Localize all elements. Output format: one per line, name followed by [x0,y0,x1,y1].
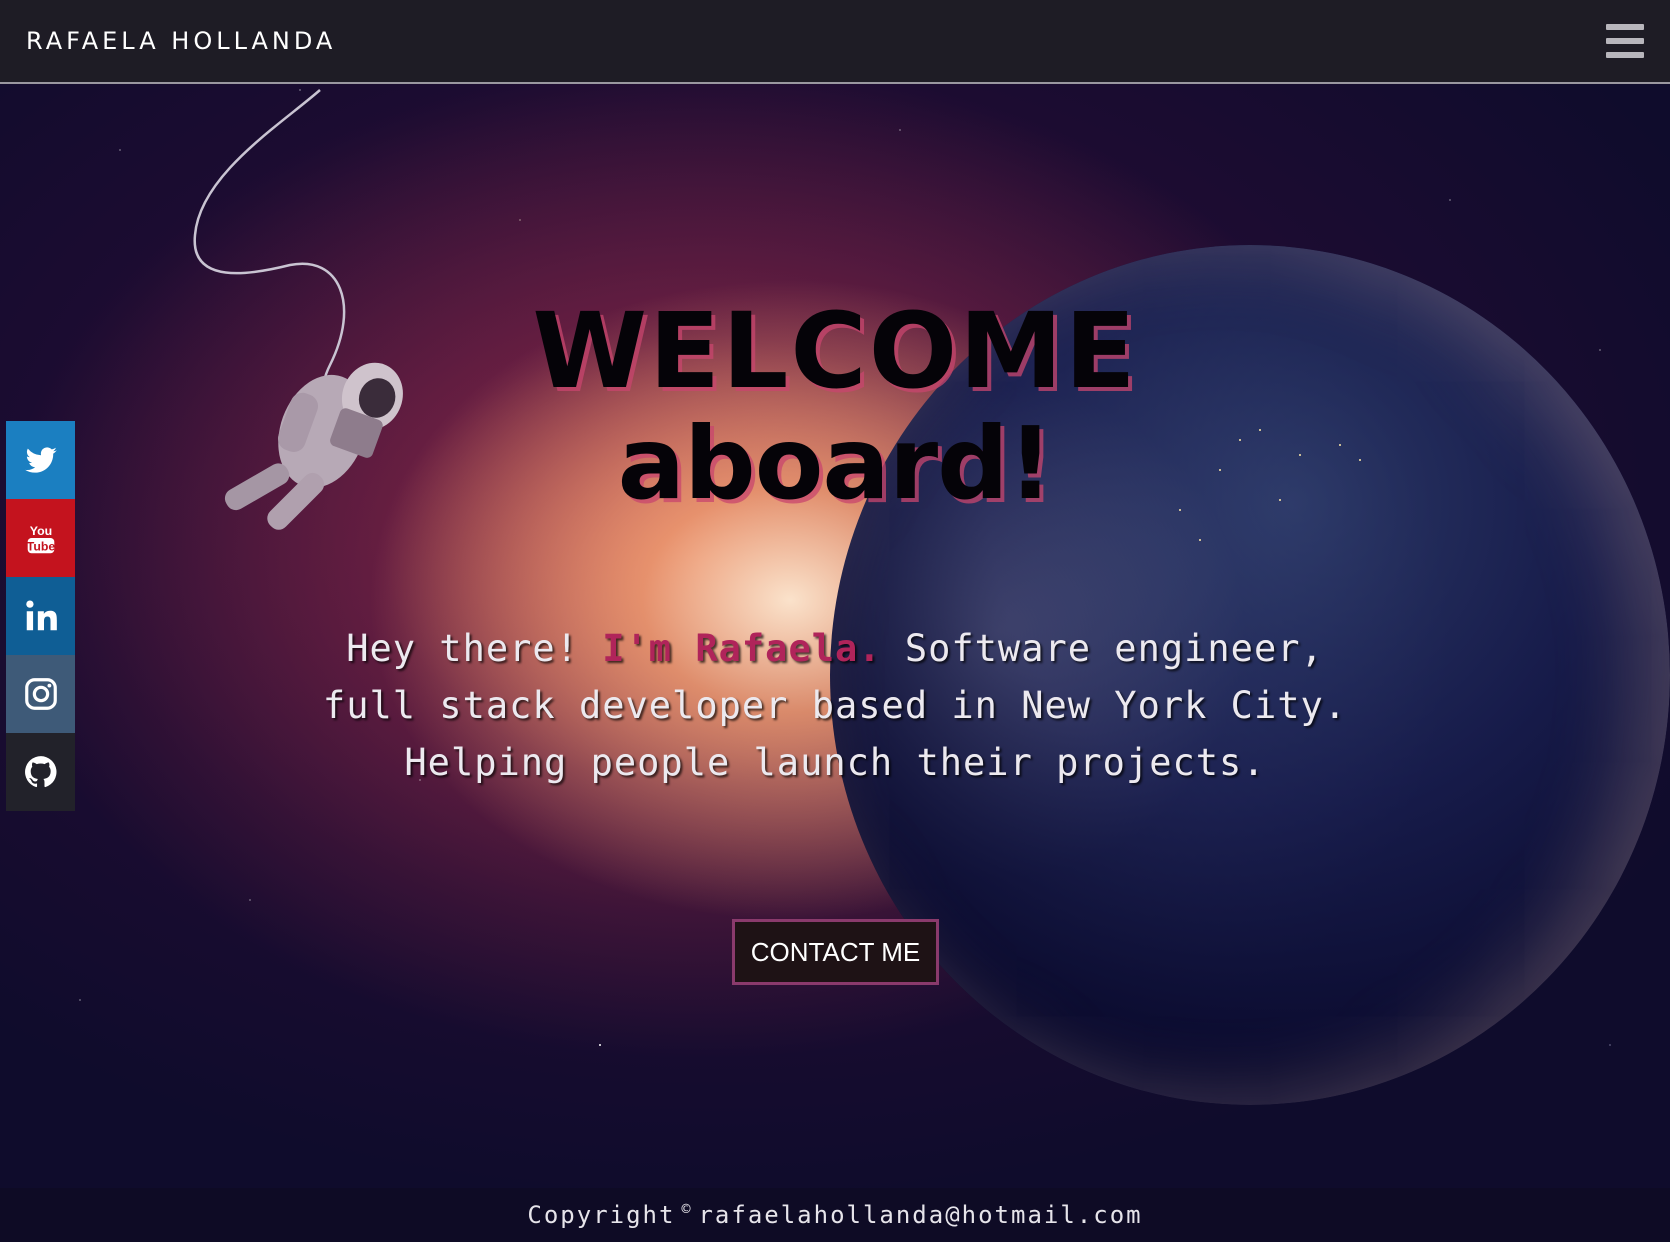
intro-line-2: full stack developer based in New York C… [322,684,1348,727]
top-navigation-bar: RAFAELA HOLLANDA [0,0,1670,84]
linkedin-link[interactable] [6,577,75,655]
intro-name: I'm Rafaela. [602,627,882,670]
github-icon [24,756,56,788]
contact-email[interactable]: rafaelahollanda@hotmail.com [698,1201,1142,1229]
page: RAFAELA HOLLANDA You Tube WELCOME aboard… [0,0,1670,1242]
copyright-symbol: © [681,1200,693,1218]
hero-title-aboard: aboard! [617,405,1054,522]
copyright-label: Copyright [527,1201,676,1229]
hero-title-welcome: WELCOME [532,290,1138,412]
intro-greeting: Hey there! [346,627,603,670]
instagram-link[interactable] [6,655,75,733]
linkedin-icon [25,600,57,631]
site-brand[interactable]: RAFAELA HOLLANDA [26,27,336,55]
svg-text:Tube: Tube [26,539,55,553]
menu-bar-3 [1606,52,1644,58]
page-footer: Copyright © rafaelahollanda@hotmail.com [0,1188,1670,1242]
hero-intro-text: Hey there! I'm Rafaela. Software enginee… [310,620,1360,791]
menu-bar-2 [1606,38,1644,44]
intro-line-3: Helping people launch their projects. [404,741,1266,784]
instagram-icon [24,678,57,710]
hamburger-menu-icon[interactable] [1606,24,1644,58]
menu-bar-1 [1606,24,1644,30]
intro-rest: Software engineer, [881,627,1324,670]
github-link[interactable] [6,733,75,811]
svg-text:You: You [29,524,51,538]
youtube-icon: You Tube [26,524,55,553]
contact-me-button[interactable]: CONTACT ME [732,919,939,985]
